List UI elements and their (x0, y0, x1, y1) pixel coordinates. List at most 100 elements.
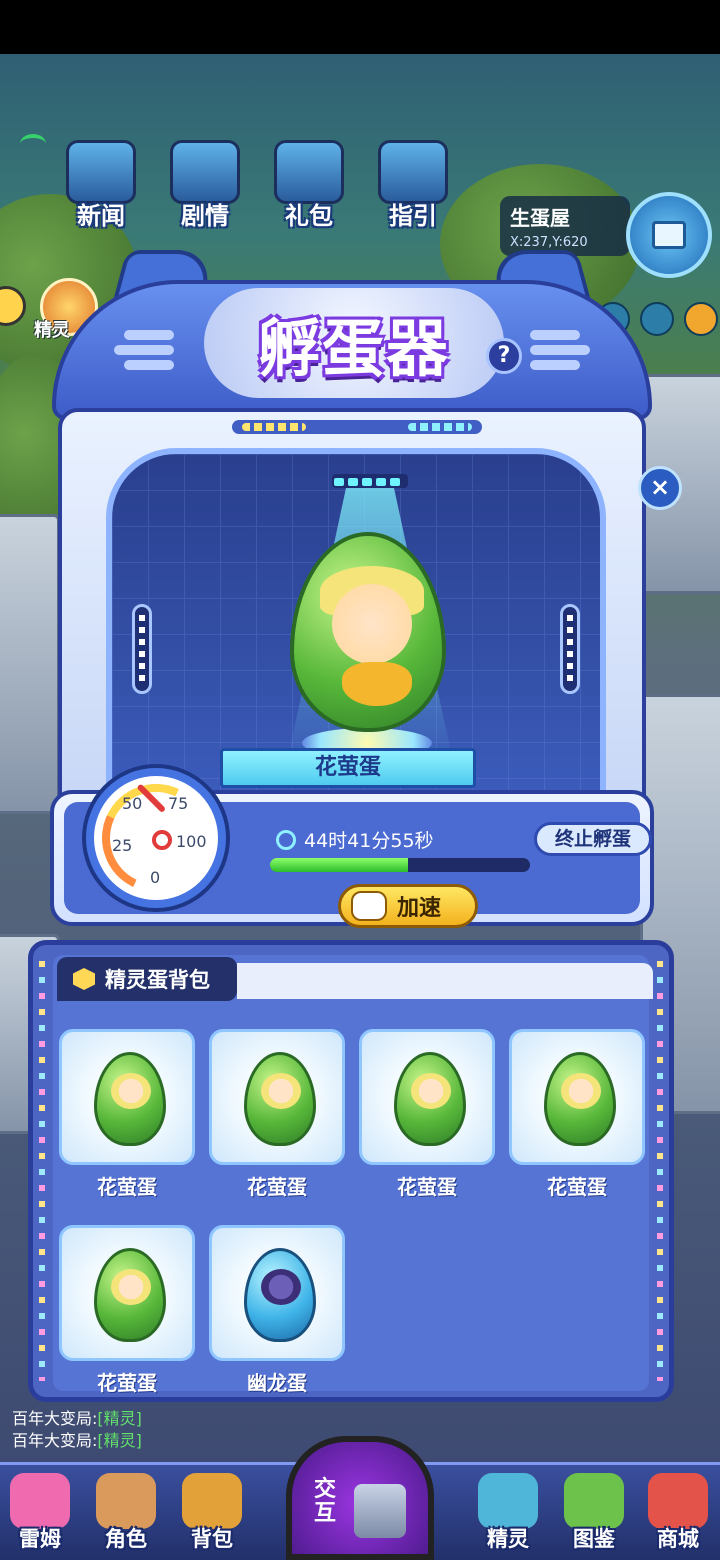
incubator-title: 孵蛋器 (257, 312, 450, 385)
nav-story-label: 剧情 (181, 202, 229, 230)
leimu-icon (10, 1473, 70, 1529)
egg-card (509, 1029, 645, 1165)
incubator-title-bubble: 孵蛋器 (204, 288, 504, 398)
pet-face-icon (351, 891, 387, 921)
hatch-gauge: 50 75 25 100 0 (86, 768, 226, 908)
hatch-timer-text: 44时41分55秒 (304, 830, 434, 852)
egg-sprite-face (332, 584, 412, 664)
egg-slot-name: 花萤蛋 (97, 1175, 157, 1199)
egg-slot[interactable]: 花萤蛋 (509, 1029, 645, 1200)
nav-news-label: 新闻 (77, 202, 125, 230)
hatch-progress-fill (270, 858, 408, 872)
gauge-hub (152, 830, 172, 850)
role-icon (96, 1473, 156, 1529)
green-egg-icon (244, 1052, 316, 1146)
dock-role-button[interactable]: 角色 (86, 1473, 166, 1553)
guide-device-icon (378, 140, 448, 204)
egg-name-plate: 花萤蛋 (220, 748, 476, 788)
chat-line: 百年大变局:[精灵] (12, 1408, 142, 1430)
wing-decoration-left (114, 330, 174, 370)
chat-prefix: 百年大变局: (12, 1409, 98, 1428)
hatch-status-panel: 44时41分55秒 终止孵蛋 加速 50 75 25 100 0 (50, 768, 654, 928)
egg-slot[interactable]: 幽龙蛋 (209, 1225, 345, 1396)
egg-slot[interactable]: 花萤蛋 (59, 1029, 195, 1200)
gift-pack-icon (274, 140, 344, 204)
menu-icon[interactable] (684, 302, 718, 336)
egg-bag-inner: 精灵蛋背包 花萤蛋 花萤蛋 花萤蛋 花萤蛋 花萤蛋 幽龙蛋 (53, 955, 653, 1395)
dock-shop-label: 商城 (657, 1527, 699, 1551)
lights-decoration (232, 420, 482, 434)
lamp-icon (332, 474, 408, 488)
bag-tab-bar (237, 963, 653, 999)
egg-bag-panel: 精灵蛋背包 花萤蛋 花萤蛋 花萤蛋 花萤蛋 花萤蛋 幽龙蛋 (28, 940, 674, 1402)
codex-icon (564, 1473, 624, 1529)
stopwatch-icon (276, 829, 296, 850)
nav-guide-button[interactable]: 指引 (372, 140, 454, 231)
egg-slot[interactable]: 花萤蛋 (359, 1029, 495, 1200)
help-button[interactable]: ? (486, 338, 522, 374)
nav-gift-button[interactable]: 礼包 (268, 140, 350, 231)
egg-card (359, 1029, 495, 1165)
incubator-panel: 孵蛋器 ? 花萤蛋 44时41分55秒 终止孵蛋 加速 50 75 25 100… (44, 240, 660, 930)
dock-leimu-label: 雷姆 (19, 1527, 61, 1551)
gauge-tick-25: 25 (112, 836, 133, 855)
dock-codex-button[interactable]: 图鉴 (554, 1473, 634, 1553)
egg-sprite-dress (342, 662, 412, 706)
speed-up-button[interactable]: 加速 (338, 884, 478, 928)
bag-lights-right (657, 961, 663, 1381)
dock-role-label: 角色 (105, 1527, 147, 1551)
energy-tube-left (132, 604, 152, 694)
energy-tube-right (560, 604, 580, 694)
egg-card (59, 1029, 195, 1165)
building-icon (354, 1484, 406, 1538)
speed-up-label: 加速 (397, 896, 442, 921)
backpack-icon (182, 1473, 242, 1529)
dock-leimu-button[interactable]: 雷姆 (0, 1473, 80, 1553)
egg-slot-name: 花萤蛋 (397, 1175, 457, 1199)
egg-slot-name: 幽龙蛋 (247, 1371, 307, 1395)
gauge-tick-0: 0 (150, 868, 161, 887)
chat-tag: [精灵] (97, 1431, 142, 1450)
nav-story-button[interactable]: 剧情 (164, 140, 246, 231)
green-egg-icon (544, 1052, 616, 1146)
egg-slot-name: 花萤蛋 (247, 1175, 307, 1199)
egg-bag-tab[interactable]: 精灵蛋背包 (57, 957, 237, 1001)
dock-spirit-button[interactable]: 精灵 (468, 1473, 548, 1553)
chat-tag: [精灵] (97, 1409, 142, 1428)
blue-egg-icon (244, 1248, 316, 1342)
dock-shop-button[interactable]: 商城 (638, 1473, 718, 1553)
dock-codex-label: 图鉴 (573, 1527, 615, 1551)
nav-gift-label: 礼包 (285, 202, 333, 230)
interact-label: 交互 (314, 1477, 337, 1526)
hexagon-icon (73, 968, 95, 990)
egg-slot[interactable]: 花萤蛋 (59, 1225, 195, 1396)
egg-slot-name: 花萤蛋 (547, 1175, 607, 1199)
chat-line: 百年大变局:[精灵] (12, 1430, 142, 1452)
egg-slot-name: 花萤蛋 (97, 1371, 157, 1395)
dock-bag-label: 背包 (191, 1527, 233, 1551)
egg-slot[interactable]: 花萤蛋 (209, 1029, 345, 1200)
hatch-progress-bar (270, 858, 530, 872)
hatch-timer: 44时41分55秒 (276, 826, 434, 853)
green-egg-icon (394, 1052, 466, 1146)
status-bar (0, 0, 720, 54)
egg-bag-title: 精灵蛋背包 (105, 968, 210, 992)
dock-bag-button[interactable]: 背包 (172, 1473, 252, 1553)
top-nav: 新闻 剧情 礼包 指引 (60, 140, 454, 231)
egg-card (209, 1029, 345, 1165)
nav-guide-label: 指引 (389, 202, 437, 230)
gauge-tick-75: 75 (168, 794, 189, 813)
story-device-icon (170, 140, 240, 204)
wifi-icon (20, 134, 46, 154)
gauge-tick-50: 50 (122, 794, 143, 813)
location-name: 生蛋屋 (510, 206, 570, 230)
shop-icon (648, 1473, 708, 1529)
wing-decoration-right (530, 330, 590, 370)
stop-hatching-button[interactable]: 终止孵蛋 (534, 822, 652, 856)
nav-news-button[interactable]: 新闻 (60, 140, 142, 231)
chat-log[interactable]: 百年大变局:[精灵] 百年大变局:[精灵] (12, 1408, 142, 1452)
interact-button[interactable]: 交互 (286, 1436, 434, 1560)
bag-lights-left (39, 961, 45, 1381)
green-egg-icon (94, 1052, 166, 1146)
close-button[interactable]: × (638, 466, 682, 510)
